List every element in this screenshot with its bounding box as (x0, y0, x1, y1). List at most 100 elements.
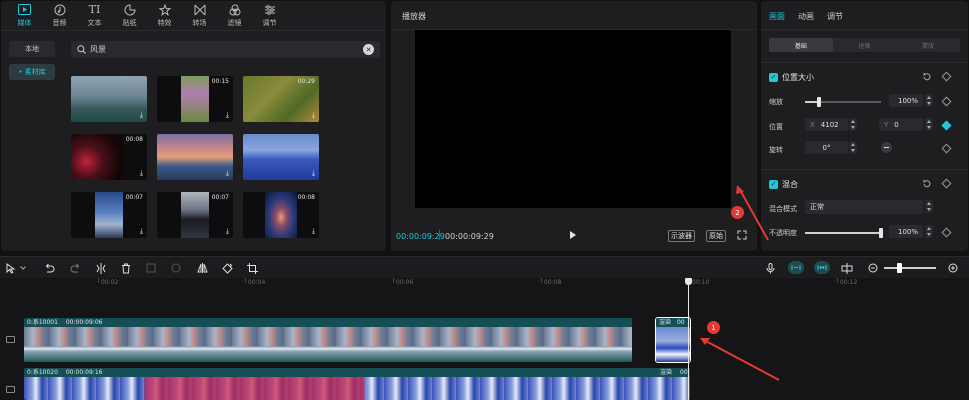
media-thumbnail[interactable]: ⤓ (157, 134, 233, 180)
position-y-stepper[interactable] (925, 118, 933, 131)
blend-checkbox[interactable]: ✓ (769, 180, 778, 189)
download-icon[interactable]: ⤓ (226, 169, 229, 178)
blend-mode-select[interactable]: 正常 (805, 200, 923, 214)
opacity-slider-handle[interactable] (879, 228, 883, 238)
reset-icon[interactable] (922, 179, 932, 189)
select-tool-dropdown[interactable] (18, 261, 28, 275)
side-item-library[interactable]: • 素材库 (9, 64, 55, 80)
video-clip[interactable]: 0:系10001 00:00:09:06 (24, 318, 632, 362)
position-x-stepper[interactable] (849, 118, 857, 131)
keyframe-icon[interactable] (941, 143, 952, 154)
playhead[interactable] (688, 278, 689, 400)
video-preview[interactable] (415, 30, 731, 208)
video-clip[interactable]: 0:系10020 00:00:09:16 渲染 00 (24, 368, 690, 400)
opacity-stepper[interactable] (925, 225, 933, 238)
position-y-field[interactable]: Y 0 (879, 118, 923, 131)
tab-media[interactable]: 媒体 (7, 1, 42, 30)
link-button[interactable] (840, 261, 854, 275)
clip-title: 渲染 (659, 319, 672, 326)
play-button[interactable] (569, 230, 579, 242)
zoom-slider-handle[interactable] (897, 263, 902, 273)
delete-button[interactable] (119, 261, 133, 275)
download-icon[interactable]: ⤓ (226, 111, 229, 120)
scale-value-field[interactable]: 100% (889, 94, 923, 107)
transition-clip[interactable]: 渲染 00 (655, 317, 691, 363)
freeze-frame-button[interactable] (144, 261, 158, 275)
keyframe-active-icon[interactable] (941, 120, 952, 131)
download-icon[interactable]: ⤓ (226, 227, 229, 236)
tab-audio[interactable]: 音频 (42, 1, 77, 30)
scale-stepper[interactable] (925, 94, 933, 107)
media-thumbnail[interactable]: ⤓ (71, 76, 147, 122)
download-icon[interactable]: ⤓ (312, 169, 315, 178)
position-x-value: 4102 (820, 120, 839, 129)
segment-cutout[interactable]: 抠像 (833, 38, 897, 52)
media-thumbnail[interactable]: 00:08 ⤓ (71, 134, 147, 180)
play-icon (570, 231, 576, 239)
zoom-out-button[interactable] (866, 261, 880, 275)
redo-button[interactable] (68, 261, 82, 275)
opacity-value-field[interactable]: 100% (889, 225, 923, 238)
tab-text[interactable]: TI 文本 (77, 1, 112, 30)
download-icon[interactable]: ⤓ (140, 227, 143, 236)
media-thumbnail[interactable]: 00:29 ⤓ (243, 76, 319, 122)
rotation-field[interactable]: 0° (805, 141, 848, 154)
record-audio-button[interactable] (763, 261, 777, 275)
track-lock-icon[interactable] (6, 386, 15, 393)
tab-picture[interactable]: 画面 (769, 11, 785, 22)
time-ruler[interactable]: 00:02 00:04 00:06 00:08 00:10 00:12 (0, 278, 969, 290)
tab-transition[interactable]: 转场 (182, 1, 217, 30)
select-tool-button[interactable] (4, 261, 18, 275)
media-thumbnail[interactable]: 00:15 ⤓ (157, 76, 233, 122)
ruler-tick (245, 278, 246, 283)
waveform-button[interactable]: 示波器 (668, 230, 695, 242)
split-button[interactable] (94, 261, 108, 275)
clear-search-button[interactable]: ✕ (363, 44, 374, 55)
segment-basic[interactable]: 基础 (769, 38, 833, 52)
download-icon[interactable]: ⤓ (312, 227, 315, 236)
rotate-button[interactable] (220, 261, 234, 275)
tab-filter[interactable]: 滤镜 (217, 1, 252, 30)
main-track-magnet-button[interactable] (788, 261, 804, 274)
side-item-local[interactable]: 本地 (9, 41, 55, 57)
position-x-field[interactable]: X 4102 (805, 118, 848, 131)
keyframe-icon[interactable] (941, 227, 952, 238)
blend-mode-stepper[interactable] (925, 200, 933, 213)
keyframe-icon[interactable] (941, 96, 952, 107)
segment-mask[interactable]: 蒙版 (896, 38, 960, 52)
search-input[interactable]: 风景 ✕ (71, 41, 380, 58)
reverse-button[interactable] (169, 261, 183, 275)
download-icon[interactable]: ⤓ (140, 169, 143, 178)
tab-effects[interactable]: 特效 (147, 1, 182, 30)
media-thumbnail[interactable]: 00:07 ⤓ (157, 192, 233, 238)
scale-slider[interactable] (805, 97, 881, 107)
position-size-checkbox[interactable]: ✓ (769, 73, 778, 82)
undo-button[interactable] (42, 261, 56, 275)
tab-animation[interactable]: 动画 (798, 11, 814, 22)
rotation-dial[interactable] (881, 142, 892, 153)
reset-icon[interactable] (922, 72, 932, 82)
track-lock-icon[interactable] (6, 336, 15, 343)
mirror-button[interactable] (195, 261, 209, 275)
tab-adjustment[interactable]: 调节 (827, 11, 843, 22)
keyframe-icon[interactable] (941, 71, 952, 82)
scale-slider-handle[interactable] (816, 97, 821, 107)
keyframe-icon[interactable] (941, 178, 952, 189)
download-icon[interactable]: ⤓ (312, 111, 315, 120)
original-ratio-button[interactable]: 原始 (706, 230, 726, 242)
auto-snap-button[interactable] (814, 261, 830, 274)
media-thumbnail[interactable]: 00:07 ⤓ (71, 192, 147, 238)
fullscreen-button[interactable] (737, 230, 749, 242)
timeline[interactable]: 00:02 00:04 00:06 00:08 00:10 00:12 0:系1… (0, 278, 969, 400)
rotation-stepper[interactable] (849, 141, 857, 154)
opacity-slider[interactable] (805, 228, 883, 238)
zoom-slider[interactable] (884, 267, 936, 269)
zoom-in-button[interactable] (946, 261, 960, 275)
media-thumbnail[interactable]: ⤓ (243, 134, 319, 180)
download-icon[interactable]: ⤓ (140, 111, 143, 120)
tab-adjust[interactable]: 调节 (252, 1, 287, 30)
crop-button[interactable] (245, 261, 259, 275)
media-thumbnail[interactable]: 00:08 ⤓ (243, 192, 319, 238)
playhead-handle[interactable] (685, 278, 692, 285)
tab-sticker[interactable]: 贴纸 (112, 1, 147, 30)
